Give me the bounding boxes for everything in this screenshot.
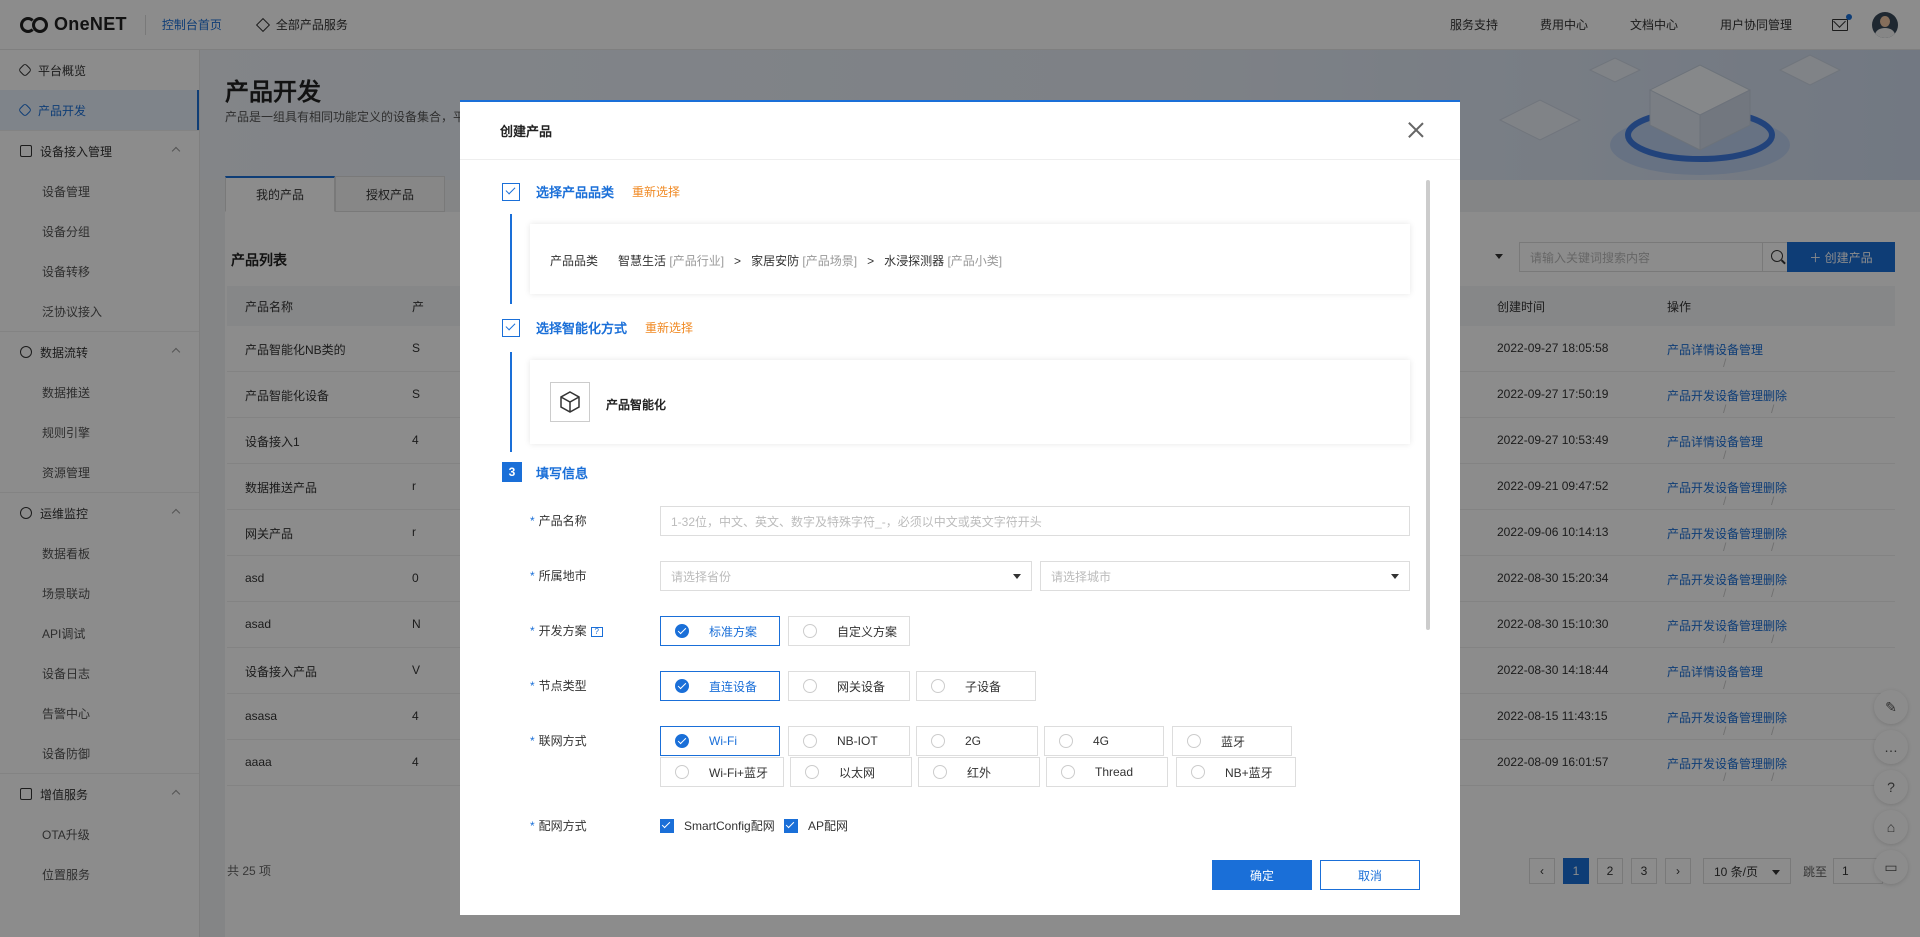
cancel-button[interactable]: 取消 [1320,860,1420,890]
net-2g-option[interactable]: 2G [916,726,1038,756]
dialog-body: 选择产品品类 重新选择 产品品类 智慧生活 [产品行业] > 家居安防 [产品场… [460,162,1460,842]
plan-standard-option[interactable]: 标准方案 [660,616,780,646]
step-connector [510,352,512,452]
net-4g-option[interactable]: 4G [1044,726,1164,756]
plan-custom-option[interactable]: 自定义方案 [788,616,910,646]
plan-label: * 开发方案? [530,622,603,639]
step-3-header: 3 填写信息 [502,462,588,482]
checkbox-checked-icon [784,818,798,833]
step-1-reset-link[interactable]: 重新选择 [632,183,680,200]
category-level-1: 智慧生活 [618,254,667,268]
caret-down-icon [1391,574,1399,579]
net-wifi-option[interactable]: Wi-Fi [660,726,780,756]
product-name-input[interactable]: 1-32位，中文、英文、数字及特殊字符_-，必须以中文或英文字符开头 [660,506,1410,536]
node-direct-option[interactable]: 直连设备 [660,671,780,701]
net-nb-bt-option[interactable]: NB+蓝牙 [1176,757,1296,787]
net-thread-option[interactable]: Thread [1046,757,1168,787]
net-infrared-option[interactable]: 红外 [918,757,1040,787]
radio-checked-icon [675,679,689,693]
net-nbiot-option[interactable]: NB-IOT [788,726,910,756]
dialog-footer: 确定 取消 [460,840,1460,915]
network-label: * 联网方式 [530,734,587,748]
step-1-header: 选择产品品类 重新选择 [502,182,680,201]
province-select[interactable]: 请选择省份 [660,561,1032,591]
step-connector [510,214,512,304]
ap-config-checkbox[interactable]: AP配网 [784,817,848,834]
category-card: 产品品类 智慧生活 [产品行业] > 家居安防 [产品场景] > 水浸探测器 [… [530,224,1410,294]
smart-method-card: 产品智能化 [530,360,1410,444]
dialog-title: 创建产品 [500,124,553,139]
net-bluetooth-option[interactable]: 蓝牙 [1172,726,1292,756]
help-icon[interactable]: ? [590,626,603,637]
step-3-number: 3 [502,462,522,482]
category-label: 产品品类 [550,254,599,268]
radio-checked-icon [675,624,689,638]
radio-icon [803,679,817,693]
check-icon [502,318,520,337]
step-2-reset-link[interactable]: 重新选择 [645,319,693,336]
close-icon[interactable] [1408,122,1424,138]
smartconfig-checkbox[interactable]: SmartConfig配网 [660,817,775,834]
check-icon [502,182,520,201]
scrollbar[interactable] [1426,180,1430,630]
confirm-button[interactable]: 确定 [1212,860,1312,890]
category-level-2-tag: [产品场景] [802,254,858,268]
cube-icon [550,382,590,422]
config-method-label: * 配网方式 [530,819,587,833]
product-name-label: * 产品名称 [530,514,587,528]
category-level-2: 家居安防 [751,254,800,268]
city-select[interactable]: 请选择城市 [1040,561,1410,591]
net-ethernet-option[interactable]: 以太网 [790,757,912,787]
step-2-title: 选择智能化方式 [536,321,628,336]
radio-icon [803,624,817,638]
step-3-title: 填写信息 [536,465,589,481]
smart-method-option: 产品智能化 [606,398,667,412]
radio-icon [931,679,945,693]
checkbox-checked-icon [660,818,674,833]
node-sub-option[interactable]: 子设备 [916,671,1036,701]
category-level-3: 水浸探测器 [884,254,945,268]
net-wifi-bt-option[interactable]: Wi-Fi+蓝牙 [660,757,784,787]
step-1-title: 选择产品品类 [536,185,615,200]
dialog-header: 创建产品 [460,102,1460,160]
category-level-1-tag: [产品行业] [669,254,725,268]
step-2-header: 选择智能化方式 重新选择 [502,318,693,337]
create-product-dialog: 创建产品 选择产品品类 重新选择 产品品类 智慧生活 [产品行业] > 家居安防… [460,100,1460,915]
node-gateway-option[interactable]: 网关设备 [788,671,910,701]
node-type-label: * 节点类型 [530,679,587,693]
category-level-3-tag: [产品小类] [947,254,1003,268]
region-label: * 所属地市 [530,569,587,583]
caret-down-icon [1013,574,1021,579]
